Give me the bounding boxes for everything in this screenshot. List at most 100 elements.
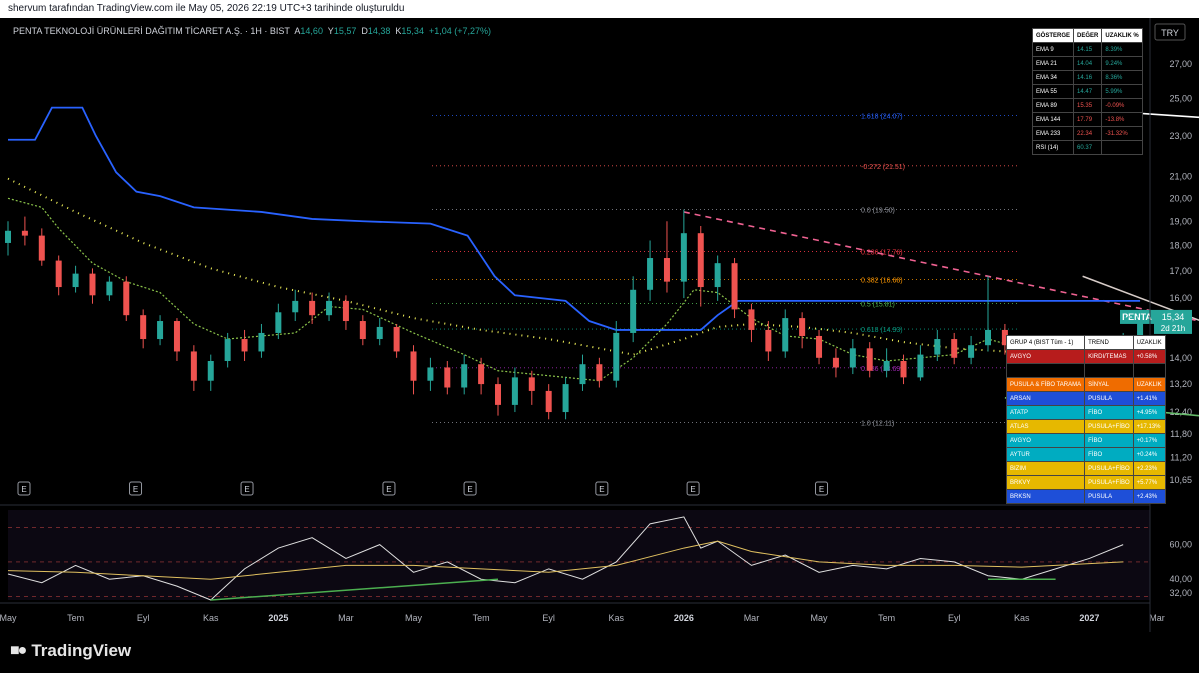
currency-label: TRY [1161,28,1179,38]
indicator-cell: EMA 21 [1031,56,1075,71]
time-tick-label: Tem [878,613,895,623]
candle-body [292,300,299,313]
group-trend-row-cell: AVGYO [1005,349,1086,364]
candle-body [849,348,856,368]
earnings-marker-label: E [244,485,249,494]
group-header-row-cell: UZAKLIK [1132,335,1166,350]
candle-body [731,263,738,310]
indicator-row: EMA 9 14.15 8.39% [1031,42,1143,57]
group-spacer-row [1005,363,1166,378]
time-tick-label: Mar [744,613,760,623]
indicator-cell: 5.99% [1101,84,1143,99]
candle-body [748,309,755,330]
indicator-table: GÖSTERGE DEĞER UZAKLIK % EMA 9 14.15 8.39% EMA… [1031,28,1143,155]
scan-row: AYTUR FİBO +0.24% [1005,447,1166,462]
group-trend-row: AVGYO KIRDI/TEMAS +0.58% [1005,349,1166,364]
fib-level-label: 0.382 (16.68) [861,277,903,284]
price-tick-label: 18,00 [1169,240,1192,250]
candle-body [157,321,164,340]
candle-body [528,377,535,391]
candle-body [207,360,214,381]
scan-row-cell: FİBO [1084,433,1134,448]
scan-header-row-cell: PUSULA & FİBO TARAMA [1005,377,1086,392]
scan-row-cell: +0.17% [1132,433,1166,448]
fib-level-label: 0.618 (14.93) [861,327,903,334]
candle-body [883,360,890,371]
candle-body [478,364,485,385]
scan-row: AVGYO FİBO +0.17% [1005,433,1166,448]
indicator-table-header: GÖSTERGE [1031,28,1075,43]
candle-body [123,281,130,316]
price-tick-label: 12,40 [1169,407,1192,417]
fib-level-label: 1.618 (24.07) [861,114,903,121]
price-tick-label: 14,00 [1169,353,1192,363]
candle-body [816,335,823,358]
scan-row: BRKVY PUSULA+FİBO +5.77% [1005,475,1166,490]
price-tick-label: 25,00 [1169,94,1192,104]
scan-row-cell: BRKVY [1005,475,1086,490]
indicator-cell: EMA 233 [1031,126,1075,141]
group-header-row-cell: GRUP 4 (BIST Tüm - 1) [1005,335,1086,350]
close-value: 15,34 [401,26,424,36]
indicator-cell: RSI (14) [1031,140,1075,155]
indicator-row: EMA 21 14.04 9.24% [1031,56,1143,71]
candle-body [697,233,704,288]
symbol-header: PENTA TEKNOLOJİ ÜRÜNLERİ DAĞITIM TİCARET… [13,26,491,36]
scan-row-cell: BIZIM [1005,461,1086,476]
candle-body [21,230,28,236]
candle-body [613,332,620,381]
candle-body [359,321,366,340]
scan-row-cell: FİBO [1084,405,1134,420]
indicator-cell: -31.32% [1101,126,1143,141]
group-header-row-cell: TREND [1084,335,1134,350]
price-tick-label: 13,20 [1169,379,1192,389]
candle-body [461,364,468,388]
price-badge-value: 15,34 [1162,312,1185,322]
footer [0,632,1199,673]
candle-body [680,233,687,282]
time-tick-label: Eyl [948,613,961,623]
indicator-row: EMA 89 15.35 -0.09% [1031,98,1143,113]
indicator-cell: EMA 55 [1031,84,1075,99]
candle-body [140,315,147,340]
scan-row-cell: FİBO [1084,447,1134,462]
earnings-marker-label: E [467,485,472,494]
group-trend-row-cell: +0.58% [1132,349,1166,364]
scan-row: ATLAS PUSULA+FİBO +17.13% [1005,419,1166,434]
candle-body [55,260,62,288]
scan-header-row-cell: SİNYAL [1084,377,1134,392]
candle-body [190,351,197,381]
price-tick-label: 11,20 [1170,453,1192,463]
tradingview-logo[interactable]: ■● TradingView [10,641,131,661]
candle-body [495,384,501,405]
earnings-marker-label: E [819,485,824,494]
candle-body [799,318,806,336]
earnings-marker-label: E [21,485,26,494]
indicator-cell: 14.47 [1073,84,1103,99]
indicator-row: EMA 233 22.34 -31.32% [1031,126,1143,141]
fib-level-label: -0.272 (21.51) [861,164,905,171]
scan-row-cell: PUSULA [1084,391,1134,406]
time-tick-label: Kas [203,613,219,623]
indicator-table-header: DEĞER [1073,28,1103,43]
candle-body [934,339,941,355]
scan-row-cell: ARSAN [1005,391,1086,406]
price-tick-label: 27,00 [1169,59,1192,69]
candle-body [275,312,282,333]
group-spacer-row-cell [1005,363,1086,378]
scan-row-cell: ATLAS [1005,419,1086,434]
earnings-marker-label: E [599,485,604,494]
rsi-pane [8,510,1150,600]
candle-body [444,367,451,388]
group-spacer-row-cell [1084,363,1134,378]
candle-body [393,326,400,352]
symbol-title: PENTA TEKNOLOJİ ÜRÜNLERİ DAĞITIM TİCARET… [13,26,290,36]
scan-row-cell: +4.95% [1132,405,1166,420]
scan-row-cell: AVGYO [1005,433,1086,448]
candle-body [985,329,991,346]
candle-body [427,367,434,381]
high-value: 15,57 [333,26,357,36]
rsi-tick-label: 40,00 [1169,574,1192,584]
earnings-marker-label: E [386,485,391,494]
candle-body [647,258,654,290]
